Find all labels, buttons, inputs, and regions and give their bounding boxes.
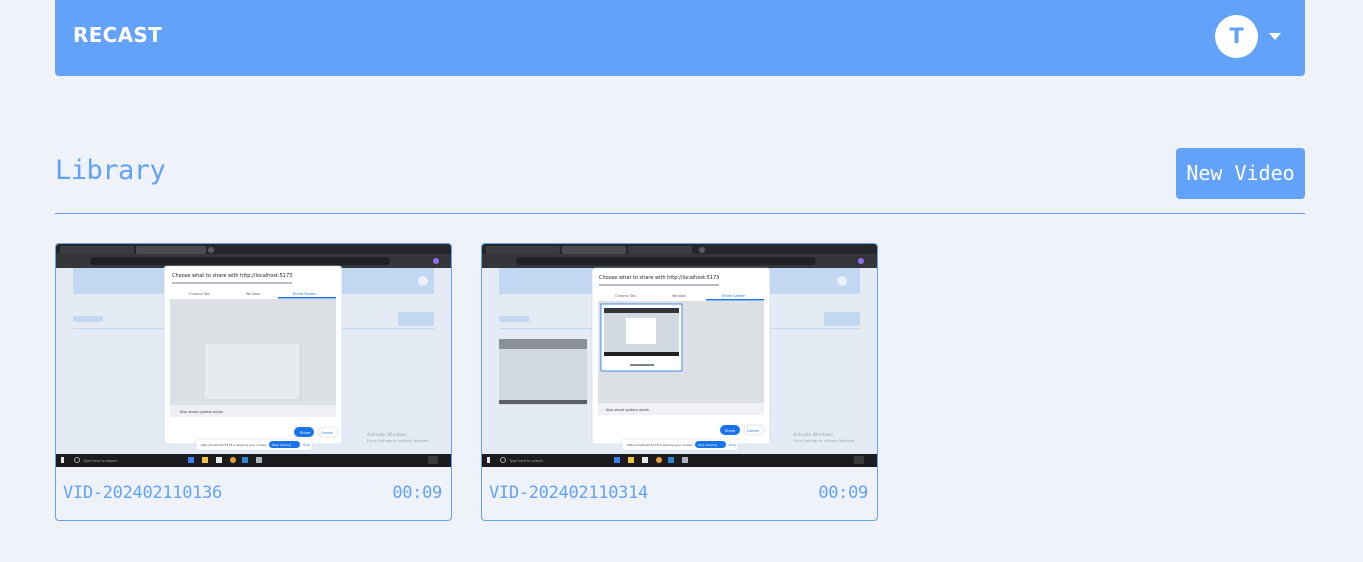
caret-down-icon[interactable] <box>1269 33 1281 40</box>
watermark-subtitle: Go to Settings to activate Windows. <box>793 439 856 443</box>
video-duration: 00:09 <box>818 483 868 503</box>
share-button: Share <box>725 429 735 433</box>
dialog-title: Choose what to share with http://localho… <box>172 273 292 279</box>
dialog-tab-3: Entire Screen <box>293 292 316 296</box>
sharing-notice: http://localhost:5173 is sharing your sc… <box>627 443 693 447</box>
brand-logo[interactable]: RECAST <box>73 23 162 47</box>
page-title: Library <box>55 155 166 186</box>
dialog-title: Choose what to share with http://localho… <box>599 275 719 281</box>
video-thumbnail[interactable]: Choose what to share with http://localho… <box>482 244 877 467</box>
audio-label: Also share system audio <box>606 408 649 412</box>
cancel-button: Cancel <box>747 429 759 433</box>
new-video-button[interactable]: New Video <box>1176 148 1305 199</box>
hide-link: Hide <box>303 443 310 447</box>
video-title[interactable]: VID-202402110314 <box>489 483 648 503</box>
watermark-subtitle: Go to Settings to activate Windows. <box>367 439 430 443</box>
divider <box>55 213 1305 214</box>
dialog-tab-1: Chrome Tab <box>615 294 637 298</box>
dialog-tab-3: Entire Screen <box>722 294 745 298</box>
video-thumbnail[interactable]: Choose what to share with http://localho… <box>56 244 451 467</box>
dialog-tab-1: Chrome Tab <box>189 292 211 296</box>
watermark-title: Activate Windows <box>793 432 834 438</box>
user-avatar[interactable]: T <box>1215 15 1258 58</box>
share-button: Share <box>300 431 310 435</box>
sharing-notice: http://localhost:5173 is sharing your sc… <box>201 443 267 447</box>
hide-link: Hide <box>729 443 736 447</box>
taskbar-search: Type here to search <box>82 459 117 463</box>
video-card[interactable]: Choose what to share with http://localho… <box>481 243 878 521</box>
video-title[interactable]: VID-202402110136 <box>63 483 222 503</box>
dialog-tab-2: Window <box>246 292 260 296</box>
watermark-title: Activate Windows <box>367 432 408 438</box>
stop-sharing: Stop sharing <box>698 443 717 447</box>
app-header: RECAST T <box>55 0 1305 76</box>
taskbar-search: Type here to search <box>508 459 543 463</box>
cancel-button: Cancel <box>321 431 333 435</box>
dialog-tab-2: Window <box>672 294 686 298</box>
stop-sharing: Stop sharing <box>272 443 291 447</box>
audio-label: Also share system audio <box>180 410 223 414</box>
video-card[interactable]: Choose what to share with http://localho… <box>55 243 452 521</box>
video-duration: 00:09 <box>392 483 442 503</box>
